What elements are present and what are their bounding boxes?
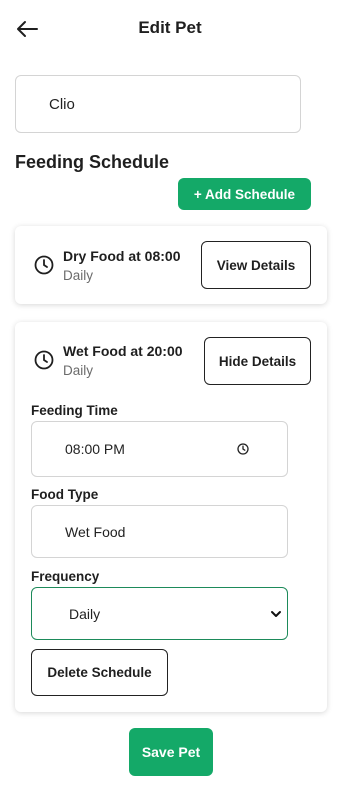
save-pet-button[interactable]: Save Pet — [129, 728, 213, 776]
view-details-button[interactable]: View Details — [201, 241, 311, 289]
food-type-input[interactable]: Wet Food — [31, 505, 288, 558]
clock-icon[interactable] — [237, 443, 249, 455]
feeding-time-value: 08:00 PM — [65, 441, 125, 457]
add-schedule-button[interactable]: + Add Schedule — [178, 178, 311, 210]
feeding-time-label: Feeding Time — [31, 403, 118, 418]
delete-schedule-button[interactable]: Delete Schedule — [31, 649, 168, 696]
hide-details-button[interactable]: Hide Details — [204, 337, 311, 385]
schedule-frequency: Daily — [63, 363, 94, 378]
section-title: Feeding Schedule — [15, 152, 170, 172]
pet-name-input[interactable] — [15, 75, 301, 133]
schedule-title: Dry Food at 08:00 — [63, 248, 181, 264]
frequency-select[interactable]: Daily — [31, 587, 288, 640]
chevron-down-icon — [271, 610, 281, 617]
schedule-title: Wet Food at 20:00 — [63, 343, 183, 359]
clock-icon — [34, 350, 54, 370]
page-title: Edit Pet — [138, 18, 202, 37]
header: Edit Pet — [0, 0, 340, 58]
frequency-value: Daily — [69, 605, 101, 622]
clock-icon — [34, 255, 54, 275]
frequency-label: Frequency — [31, 569, 100, 584]
feeding-time-input[interactable]: 08:00 PM — [31, 421, 288, 477]
schedule-card: Wet Food at 20:00 Daily Hide Details Fee… — [15, 322, 327, 712]
food-type-label: Food Type — [31, 487, 99, 502]
schedule-frequency: Daily — [63, 268, 94, 283]
schedule-card: Dry Food at 08:00 Daily View Details — [15, 226, 327, 304]
food-type-value: Wet Food — [65, 523, 126, 540]
